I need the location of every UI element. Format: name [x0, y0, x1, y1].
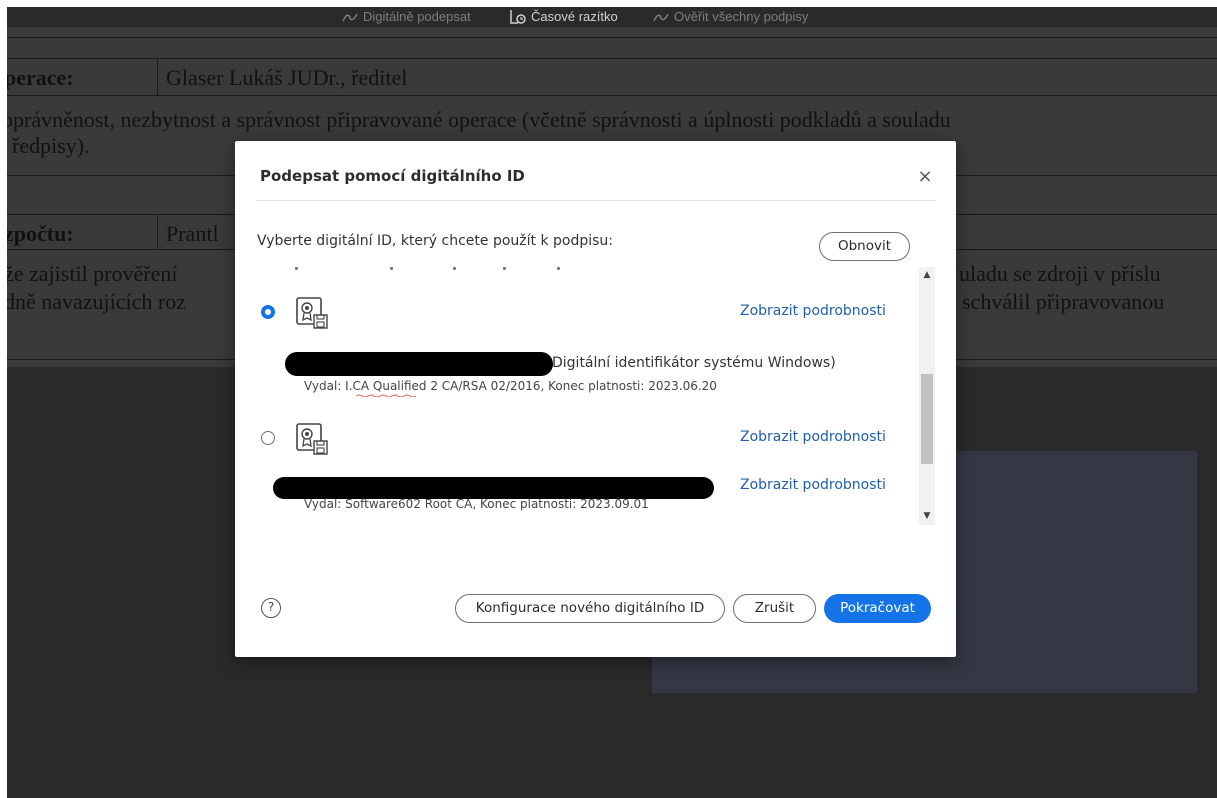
redacted-name — [285, 352, 553, 376]
certificate-icon — [296, 297, 328, 329]
certificate-icon — [296, 423, 328, 455]
redacted-name — [273, 477, 714, 499]
field-label: zpočtu: — [7, 221, 74, 246]
show-details-link[interactable]: Zobrazit podrobnosti — [740, 429, 886, 445]
paragraph-line: dně navazujících roz — [7, 289, 187, 314]
close-icon[interactable]: × — [915, 167, 935, 187]
timestamp-icon — [510, 10, 526, 24]
scroll-up-arrow-icon[interactable]: ▲ — [919, 267, 935, 284]
table-line — [7, 58, 1217, 59]
verify-all-button[interactable]: Ověřit všechny podpisy — [652, 7, 808, 27]
clipped-previous-item — [295, 267, 595, 275]
show-details-link[interactable]: Zobrazit podrobnosti — [740, 477, 886, 493]
table-column-divider — [157, 58, 158, 95]
paragraph-line: uladu se zdroji v příslu — [959, 261, 1161, 286]
scrollbar[interactable]: ▲ ▼ — [919, 267, 935, 525]
screen: Digitálně podepsat Časové razítko Ověřit… — [0, 0, 1217, 798]
verify-all-label: Ověřit všechny podpisy — [674, 9, 809, 24]
certificate-name: Digitální identifikátor systému Windows) — [552, 355, 836, 371]
signature-pen-icon — [342, 13, 358, 22]
divider — [257, 200, 935, 201]
digital-sign-button[interactable]: Digitálně podepsat — [341, 7, 471, 27]
scroll-down-arrow-icon[interactable]: ▼ — [919, 508, 935, 525]
paragraph-line: ředpisy). — [12, 133, 90, 158]
field-label: perace: — [7, 65, 74, 90]
certificate-issuer: Vydal: I.CA Qualified 2 CA/RSA 02/2016, … — [304, 379, 717, 393]
table-line — [7, 95, 1217, 96]
digital-id-list[interactable]: Zobrazit podrobnosti Digitální identifik… — [257, 267, 937, 527]
paragraph-line: oprávněnost, nezbytnost a správnost přip… — [7, 107, 951, 132]
help-icon[interactable]: ? — [261, 598, 281, 618]
digital-sign-label: Digitálně podepsat — [363, 9, 471, 24]
certificate-issuer: Vydal: Software602 Root CA, Konec platno… — [304, 497, 649, 511]
verify-signature-icon — [653, 13, 669, 22]
configure-new-id-button[interactable]: Konfigurace nového digitálního ID — [455, 594, 725, 623]
signature-toolbar: Digitálně podepsat Časové razítko Ověřit… — [7, 7, 1217, 27]
table-line — [7, 37, 1217, 38]
timestamp-label: Časové razítko — [531, 9, 618, 24]
continue-button[interactable]: Pokračovat — [824, 594, 931, 623]
certificate-radio[interactable] — [261, 431, 275, 445]
table-column-divider — [157, 214, 158, 249]
spellcheck-underline — [356, 394, 416, 397]
timestamp-button[interactable]: Časové razítko — [509, 7, 618, 27]
paragraph-line: schválil připravovanou — [962, 289, 1165, 314]
refresh-button[interactable]: Obnovit — [819, 232, 910, 261]
sign-with-digital-id-dialog: Podepsat pomocí digitálního ID × Vyberte… — [235, 141, 956, 657]
certificate-radio-selected[interactable] — [261, 305, 275, 319]
field-value: Prantl — [166, 221, 219, 246]
show-details-link[interactable]: Zobrazit podrobnosti — [740, 303, 886, 319]
dialog-title: Podepsat pomocí digitálního ID — [260, 167, 525, 185]
paragraph-line: že zajistil prověření — [7, 261, 178, 286]
select-id-prompt: Vyberte digitální ID, který chcete použí… — [257, 233, 614, 249]
cancel-button[interactable]: Zrušit — [733, 594, 816, 623]
field-value: Glaser Lukáš JUDr., ředitel — [166, 65, 408, 90]
scrollbar-thumb[interactable] — [921, 374, 933, 464]
